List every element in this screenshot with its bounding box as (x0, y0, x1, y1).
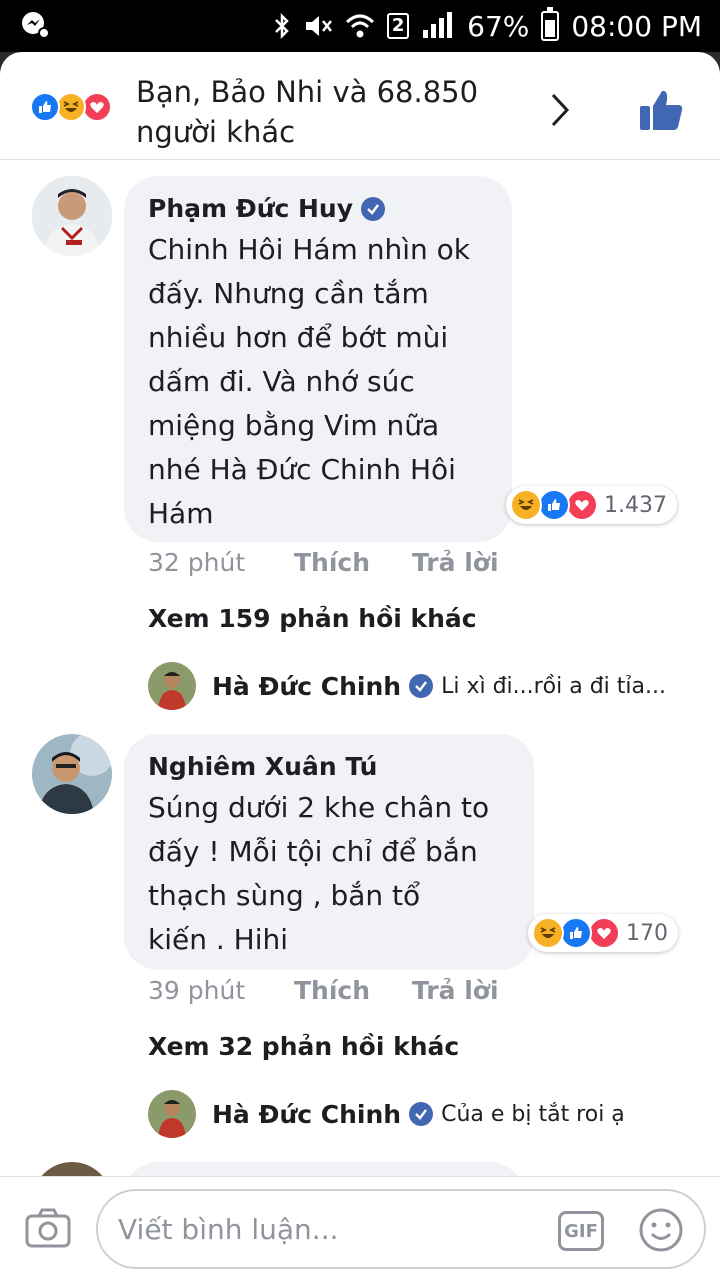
emoji-icon[interactable] (638, 1207, 684, 1257)
comment-actions: 39 phút Thích Trả lời (148, 976, 499, 1005)
mute-icon (303, 12, 333, 40)
view-more-replies-link[interactable]: Xem 32 phản hồi khác (148, 1032, 459, 1061)
comment-bubble[interactable]: Nghiêm Xuân Tú Súng dưới 2 khe chân to đ… (124, 734, 534, 970)
comment-author[interactable]: Phạm Đức Huy (148, 194, 488, 224)
comment-time: 39 phút (148, 976, 246, 1005)
avatar[interactable] (32, 734, 112, 814)
reply-preview[interactable]: Hà Đức Chinh Của e bị tắt roi ạ (148, 1090, 708, 1138)
reactions-summary-line2: người khác (136, 115, 296, 149)
reactions-summary-text: Bạn, Bảo Nhi và 68.850 người khác (136, 72, 516, 152)
comment-author[interactable]: Nghiêm Xuân Tú (148, 752, 510, 782)
comment-text: Súng dưới 2 khe chân to đấy ! Mỗi tội ch… (148, 791, 490, 956)
reply-text: Li xì đi...rồi a đi tỉa... (441, 673, 666, 699)
chevron-right-icon[interactable] (548, 92, 572, 132)
sim-slot-indicator: 2 (387, 13, 410, 39)
reaction-icons (30, 92, 112, 122)
comment-reactions[interactable]: 170 (528, 914, 678, 952)
status-bar: 2 67% 08:00 PM (0, 0, 720, 52)
reply-button[interactable]: Trả lời (412, 976, 499, 1005)
reply-preview[interactable]: Hà Đức Chinh Li xì đi...rồi a đi tỉa... (148, 662, 708, 710)
reply-author: Hà Đức Chinh (212, 671, 402, 701)
reaction-count: 1.437 (604, 492, 667, 518)
love-icon (588, 917, 620, 949)
avatar (148, 662, 196, 710)
like-comment-button[interactable]: Thích (294, 976, 412, 1005)
love-icon (566, 489, 598, 521)
comment-text: Chinh Hôi Hám nhìn ok đấy. Nhưng cần tắm… (148, 233, 470, 530)
like-comment-button[interactable]: Thích (294, 548, 412, 577)
avatar[interactable] (32, 176, 112, 256)
clock: 08:00 PM (571, 9, 702, 43)
reply-text: Của e bị tắt roi ạ (441, 1101, 625, 1127)
like-icon (30, 92, 60, 122)
battery-icon (541, 7, 560, 41)
gif-button[interactable]: GIF (558, 1211, 604, 1251)
love-icon (82, 92, 112, 122)
comment-input[interactable] (118, 1207, 538, 1251)
wifi-icon (345, 12, 375, 40)
like-button-icon[interactable] (638, 88, 684, 136)
status-right: 2 67% 08:00 PM (273, 7, 702, 43)
bluetooth-icon (273, 11, 291, 41)
camera-icon[interactable] (24, 1207, 72, 1253)
verified-badge-icon (361, 197, 386, 221)
comment-input-box[interactable]: GIF (96, 1189, 706, 1269)
view-more-replies-link[interactable]: Xem 159 phản hồi khác (148, 604, 477, 633)
comment-time: 32 phút (148, 548, 246, 577)
haha-icon (56, 92, 86, 122)
signal-icon (421, 12, 455, 40)
reactions-summary[interactable]: Bạn, Bảo Nhi và 68.850 người khác (0, 52, 720, 160)
like-icon (538, 489, 570, 521)
reaction-count: 170 (626, 920, 668, 946)
reply-author: Hà Đức Chinh (212, 1099, 402, 1129)
status-left (20, 9, 50, 43)
battery-percent: 67% (467, 9, 530, 43)
verified-badge-icon (409, 1102, 434, 1126)
haha-icon (532, 917, 564, 949)
messenger-notification-icon (20, 9, 50, 43)
comment-composer: GIF (0, 1176, 720, 1280)
comments-sheet: Bạn, Bảo Nhi và 68.850 người khác Phạm Đ… (0, 52, 720, 1280)
like-icon (560, 917, 592, 949)
reply-button[interactable]: Trả lời (412, 548, 499, 577)
verified-badge-icon (409, 674, 434, 698)
comment-reactions[interactable]: 1.437 (506, 486, 677, 524)
comment-bubble[interactable]: Phạm Đức Huy Chinh Hôi Hám nhìn ok đấy. … (124, 176, 512, 542)
reactions-summary-line1: Bạn, Bảo Nhi và 68.850 (136, 75, 479, 109)
haha-icon (510, 489, 542, 521)
comment-actions: 32 phút Thích Trả lời (148, 548, 499, 577)
avatar (148, 1090, 196, 1138)
